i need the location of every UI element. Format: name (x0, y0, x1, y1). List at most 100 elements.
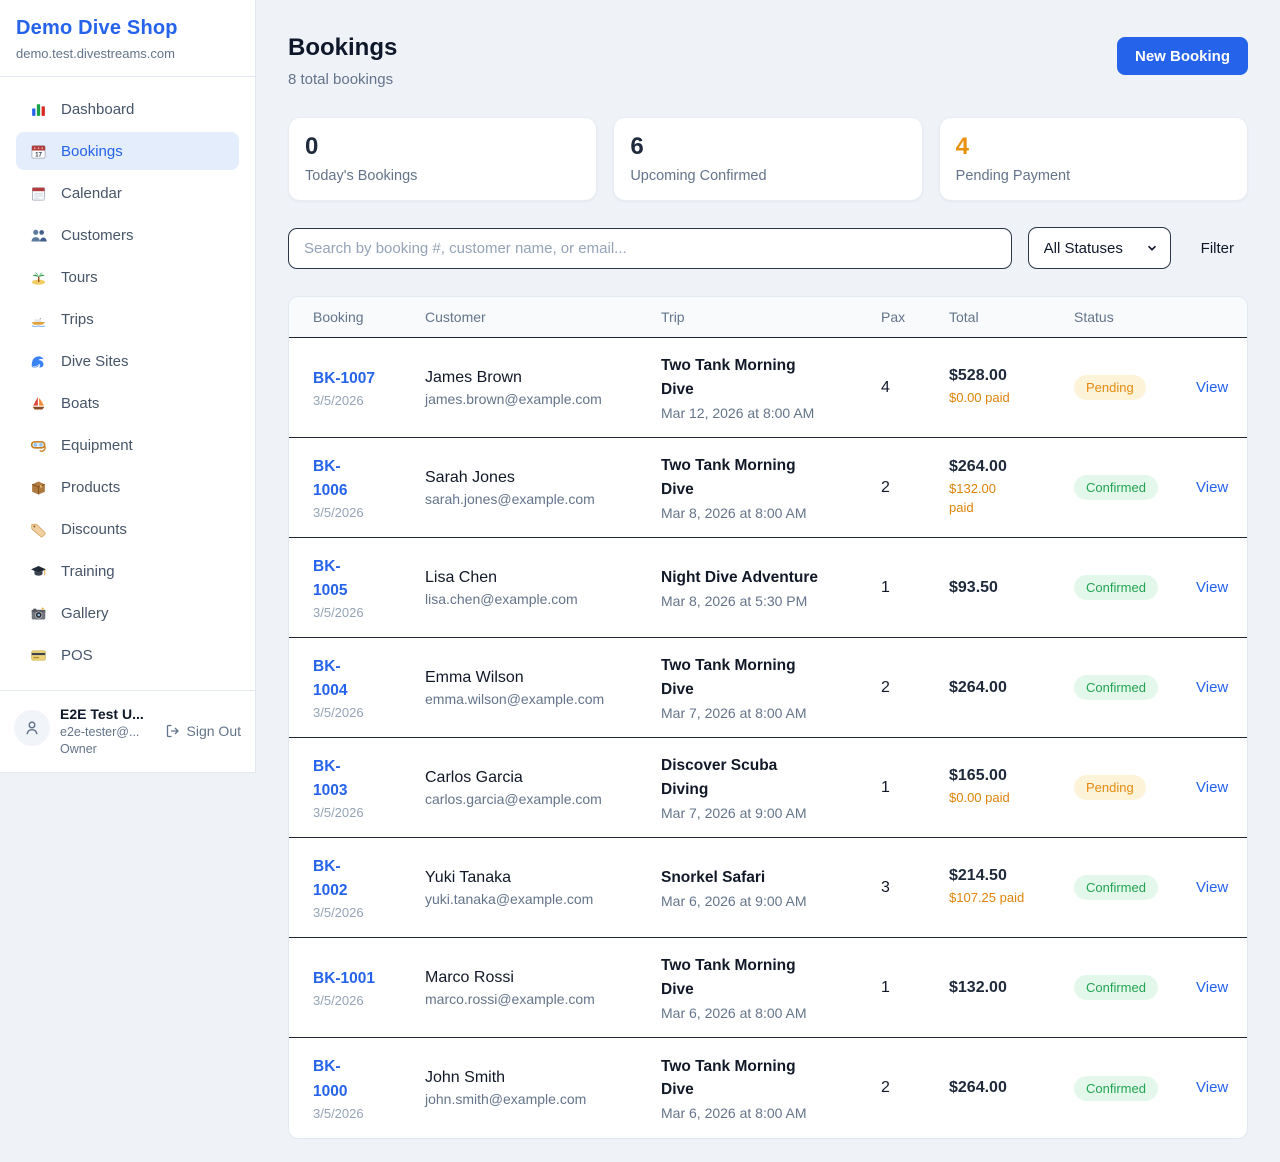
trip-datetime: Mar 6, 2026 at 8:00 AM (661, 1005, 881, 1021)
view-link[interactable]: View (1196, 1079, 1228, 1096)
calendar-icon (28, 184, 48, 202)
view-link[interactable]: View (1196, 779, 1228, 796)
booking-id-link[interactable]: BK-1005 (313, 555, 361, 603)
view-link[interactable]: View (1196, 979, 1228, 996)
sidebar-item-tours[interactable]: Tours (16, 258, 239, 296)
stat-card: 6 Upcoming Confirmed (613, 117, 922, 201)
actions-cell: View (1196, 679, 1228, 697)
booking-id-link[interactable]: BK-1006 (313, 455, 361, 503)
booking-id-link[interactable]: BK-1007 (313, 367, 375, 391)
trip-name: Two Tank Morning Dive (661, 954, 801, 1001)
view-link[interactable]: View (1196, 379, 1228, 396)
trip-cell: Night Dive Adventure Mar 8, 2026 at 5:30… (661, 566, 881, 609)
sign-out-button[interactable]: Sign Out (165, 722, 241, 740)
table-row: BK-1000 3/5/2026 John Smith john.smith@e… (289, 1038, 1247, 1138)
booking-id-link[interactable]: BK-1003 (313, 755, 361, 803)
customer-email: yuki.tanaka@example.com (425, 891, 661, 907)
booking-date: 3/5/2026 (313, 1106, 425, 1121)
paid-amount: $132.00 paid (949, 480, 1004, 516)
sidebar-item-label: Bookings (61, 143, 123, 160)
stat-value: 0 (305, 134, 580, 160)
table-row: BK-1007 3/5/2026 James Brown james.brown… (289, 338, 1247, 438)
stats-cards: 0 Today's Bookings 6 Upcoming Confirmed … (288, 117, 1248, 201)
trip-datetime: Mar 7, 2026 at 9:00 AM (661, 805, 881, 821)
view-link[interactable]: View (1196, 579, 1228, 596)
customer-cell: Marco Rossi marco.rossi@example.com (425, 969, 661, 1007)
booking-cell: BK-1004 3/5/2026 (313, 655, 425, 720)
view-link[interactable]: View (1196, 479, 1228, 496)
boats-icon (28, 394, 48, 412)
customer-name: Emma Wilson (425, 669, 661, 687)
customer-email: emma.wilson@example.com (425, 691, 661, 707)
actions-cell: View (1196, 879, 1228, 897)
sidebar-item-boats[interactable]: Boats (16, 384, 239, 422)
booking-id-link[interactable]: BK-1002 (313, 855, 361, 903)
customer-name: James Brown (425, 369, 661, 387)
dive-sites-icon (28, 352, 48, 370)
status-cell: Confirmed (1074, 1076, 1196, 1101)
status-cell: Confirmed (1074, 475, 1196, 500)
sidebar-nav: Dashboard 17Bookings Calendar Customers Tour… (0, 77, 255, 686)
sidebar-item-training[interactable]: Training (16, 552, 239, 590)
trip-datetime: Mar 6, 2026 at 8:00 AM (661, 1105, 881, 1121)
booking-date: 3/5/2026 (313, 805, 425, 820)
pax-cell: 1 (881, 779, 949, 797)
customer-name: Carlos Garcia (425, 769, 661, 787)
trip-name: Snorkel Safari (661, 866, 881, 889)
customer-email: carlos.garcia@example.com (425, 791, 661, 807)
pax-cell: 4 (881, 379, 949, 397)
user-avatar-icon (22, 719, 42, 737)
status-filter-select[interactable]: All Statuses (1028, 227, 1171, 269)
sidebar-item-dive-sites[interactable]: Dive Sites (16, 342, 239, 380)
new-booking-button[interactable]: New Booking (1117, 37, 1248, 75)
total-cell: $93.50 (949, 579, 1074, 597)
table-row: BK-1005 3/5/2026 Lisa Chen lisa.chen@exa… (289, 538, 1247, 638)
view-link[interactable]: View (1196, 879, 1228, 896)
customer-cell: Carlos Garcia carlos.garcia@example.com (425, 769, 661, 807)
column-header-status: Status (1074, 309, 1196, 325)
column-header-trip: Trip (661, 309, 881, 325)
search-input[interactable] (288, 228, 1012, 269)
sidebar-item-customers[interactable]: Customers (16, 216, 239, 254)
total-amount: $165.00 (949, 767, 1074, 785)
booking-id-link[interactable]: BK-1001 (313, 967, 375, 991)
total-cell: $528.00 $0.00 paid (949, 367, 1074, 407)
sidebar-item-trips[interactable]: Trips (16, 300, 239, 338)
paid-amount: $107.25 paid (949, 889, 1074, 907)
sidebar-item-equipment[interactable]: Equipment (16, 426, 239, 464)
gallery-icon (28, 604, 48, 622)
customer-cell: Sarah Jones sarah.jones@example.com (425, 469, 661, 507)
sidebar-item-gallery[interactable]: Gallery (16, 594, 239, 632)
customer-name: Marco Rossi (425, 969, 661, 987)
sidebar-item-label: Dive Sites (61, 353, 129, 370)
user-email: e2e-tester@... (60, 725, 144, 739)
customer-email: john.smith@example.com (425, 1091, 661, 1107)
trip-cell: Two Tank Morning Dive Mar 6, 2026 at 8:0… (661, 954, 881, 1021)
booking-id-link[interactable]: BK-1000 (313, 1055, 361, 1103)
view-link[interactable]: View (1196, 679, 1228, 696)
table-row: BK-1006 3/5/2026 Sarah Jones sarah.jones… (289, 438, 1247, 538)
filter-controls: All Statuses Filter (288, 227, 1248, 269)
total-amount: $93.50 (949, 579, 1074, 597)
sidebar-item-calendar[interactable]: Calendar (16, 174, 239, 212)
sidebar-item-bookings[interactable]: 17Bookings (16, 132, 239, 170)
page-title-block: Bookings 8 total bookings (288, 34, 397, 88)
sidebar-item-products[interactable]: Products (16, 468, 239, 506)
sidebar-item-discounts[interactable]: Discounts (16, 510, 239, 548)
total-amount: $264.00 (949, 458, 1074, 476)
trip-name: Two Tank Morning Dive (661, 354, 801, 401)
sidebar-item-dashboard[interactable]: Dashboard (16, 90, 239, 128)
shop-domain: demo.test.divestreams.com (16, 46, 239, 61)
dashboard-icon (28, 100, 48, 118)
sidebar-item-pos[interactable]: POS (16, 636, 239, 674)
sidebar-item-label: POS (61, 647, 93, 664)
customer-cell: Lisa Chen lisa.chen@example.com (425, 569, 661, 607)
filter-button[interactable]: Filter (1187, 240, 1248, 257)
booking-id-link[interactable]: BK-1004 (313, 655, 361, 703)
trip-cell: Discover Scuba Diving Mar 7, 2026 at 9:0… (661, 754, 881, 821)
column-header-pax: Pax (881, 309, 949, 325)
sidebar-item-label: Equipment (61, 437, 133, 454)
stat-card: 0 Today's Bookings (288, 117, 597, 201)
booking-cell: BK-1000 3/5/2026 (313, 1055, 425, 1120)
total-cell: $264.00 $132.00 paid (949, 458, 1074, 516)
